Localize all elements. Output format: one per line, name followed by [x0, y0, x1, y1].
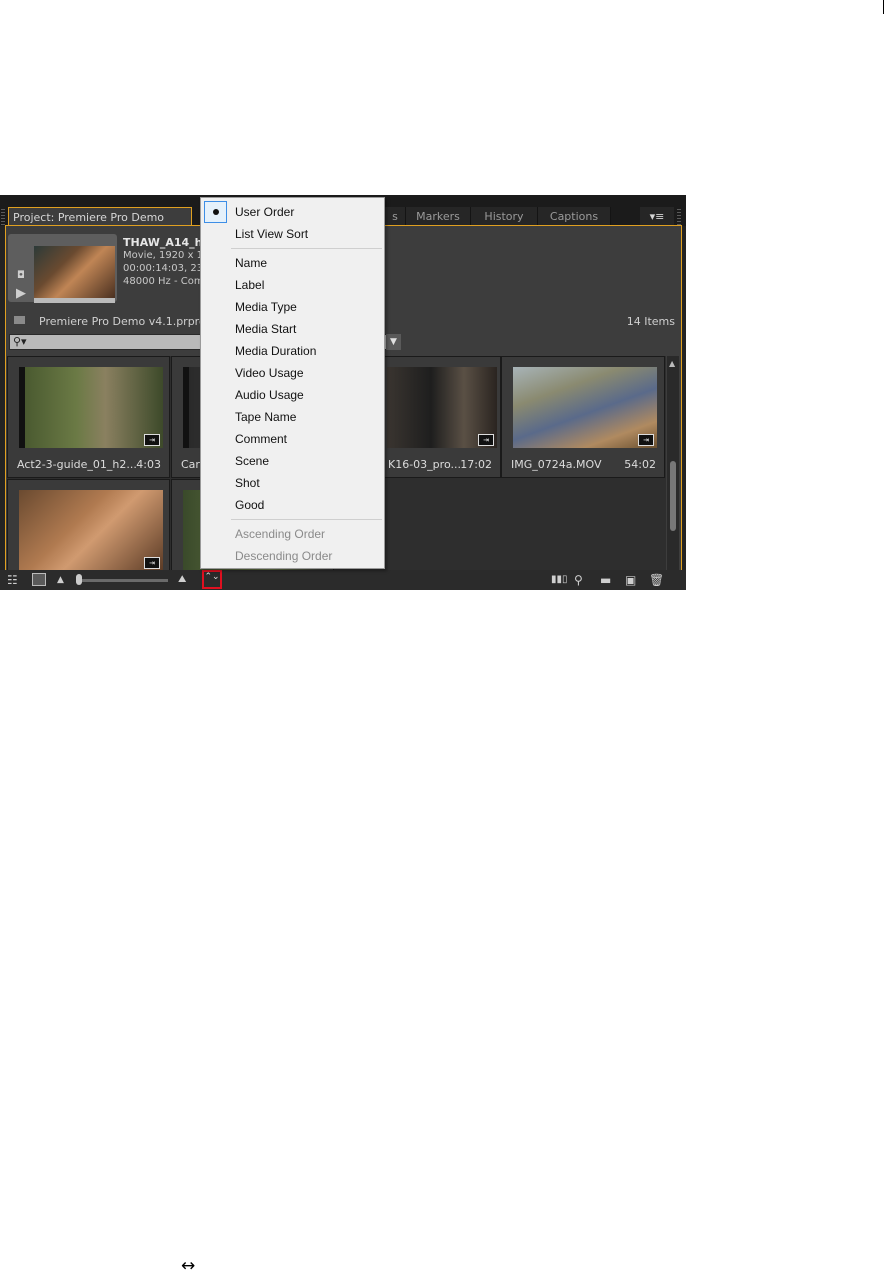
scroll-thumb[interactable]: [670, 461, 676, 531]
preview-scrubber[interactable]: [34, 298, 115, 303]
menu-item-audio-usage[interactable]: Audio Usage: [235, 387, 304, 403]
clip-duration: 17:02: [460, 458, 492, 471]
audio-icon: ⇥: [144, 434, 160, 446]
clip-thumbnail: ⇥: [19, 367, 163, 448]
menu-item-good[interactable]: Good: [235, 497, 264, 513]
search-icon[interactable]: ⚲▾: [13, 335, 27, 348]
tab-markers[interactable]: Markers: [406, 207, 471, 226]
clip-thumbnail: ⇥: [387, 367, 497, 448]
panel-bottom-bar: ☷ ▲ ⛰ ⌃⌄ ▮▮▯ ⚲ ▬ ▣ 🗑: [0, 570, 686, 590]
menu-item-shot[interactable]: Shot: [235, 475, 260, 491]
zoom-slider-knob[interactable]: [76, 574, 82, 585]
zoom-out-icon[interactable]: ▲: [57, 572, 64, 588]
checked-indicator: [204, 201, 227, 223]
clip-thumbnail: ⇥: [513, 367, 657, 448]
trash-icon[interactable]: 🗑: [649, 572, 664, 588]
menu-item-scene[interactable]: Scene: [235, 453, 269, 469]
panel-menu-icon[interactable]: ▾≡: [640, 207, 674, 226]
clip-thumbnail: ⇥: [19, 490, 163, 571]
sort-icons-button[interactable]: ⌃⌄: [202, 570, 222, 589]
tab-partial[interactable]: s: [385, 207, 406, 226]
automate-to-sequence-icon[interactable]: ▮▮▯: [551, 572, 568, 588]
clip-cell[interactable]: ⇥ IMG_0724a.MOV 54:02: [501, 356, 665, 478]
sort-icons-menu: User Order List View Sort Name Label Med…: [200, 197, 385, 569]
find-icon[interactable]: ⚲: [574, 572, 583, 588]
menu-item-tape-name[interactable]: Tape Name: [235, 409, 296, 425]
audio-icon: ⇥: [478, 434, 494, 446]
filter-dropdown-icon[interactable]: ▼: [386, 334, 401, 350]
menu-item-media-start[interactable]: Media Start: [235, 321, 296, 337]
clip-name: IMG_0724a.MOV: [511, 458, 602, 471]
tab-project[interactable]: Project: Premiere Pro Demo v4.1×: [8, 207, 192, 243]
scroll-up-icon[interactable]: ▲: [669, 359, 675, 368]
menu-item-comment[interactable]: Comment: [235, 431, 287, 447]
preview-meta-line: 00:00:14:03, 23: [123, 263, 204, 274]
preview-clip-name: THAW_A14_h: [123, 236, 203, 249]
zoom-in-icon[interactable]: ⛰: [178, 572, 186, 588]
menu-separator: [231, 519, 382, 520]
menu-item-media-type[interactable]: Media Type: [235, 299, 297, 315]
clip-duration: 54:02: [624, 458, 656, 471]
menu-item-name[interactable]: Name: [235, 255, 267, 271]
icon-view-icon[interactable]: [32, 573, 46, 586]
preview-meta-line: Movie, 1920 x 1: [123, 250, 204, 261]
vertical-scrollbar[interactable]: ▲ ▼: [667, 356, 679, 585]
audio-icon: ⇥: [144, 557, 160, 569]
menu-item-media-duration[interactable]: Media Duration: [235, 343, 316, 359]
tab-captions[interactable]: Captions: [538, 207, 611, 226]
clip-duration: 4:03: [136, 458, 161, 471]
menu-item-ascending-order[interactable]: Ascending Order: [235, 526, 325, 542]
clip-name: K16-03_pro...: [388, 458, 461, 471]
clip-name: Act2-3-guide_01_h2...: [17, 458, 137, 471]
new-item-icon[interactable]: ▣: [625, 572, 636, 588]
zoom-slider[interactable]: [76, 579, 168, 582]
project-file-name: Premiere Pro Demo v4.1.prproj: [39, 315, 209, 328]
tab-grip-left[interactable]: [1, 209, 5, 225]
preview-meta-line: 48000 Hz - Com: [123, 276, 204, 287]
menu-item-descending-order[interactable]: Descending Order: [235, 548, 332, 564]
menu-item-video-usage[interactable]: Video Usage: [235, 365, 304, 381]
menu-item-user-order[interactable]: User Order: [235, 204, 294, 220]
menu-separator: [231, 248, 382, 249]
tab-grip-right[interactable]: [677, 209, 681, 225]
resize-cursor-icon: ↔: [181, 1256, 196, 1276]
menu-item-label[interactable]: Label: [235, 277, 264, 293]
preview-thumbnail: [34, 246, 115, 298]
radio-dot-icon: [213, 209, 219, 215]
new-bin-icon[interactable]: ▬: [600, 572, 611, 588]
poster-frame-icon[interactable]: ◘: [17, 270, 25, 281]
list-view-icon[interactable]: ☷: [7, 572, 18, 588]
play-icon[interactable]: ▶: [16, 286, 26, 301]
sort-icon: ⌃⌄: [204, 572, 220, 582]
preview-area: ◘ ▶: [8, 234, 117, 303]
tab-history[interactable]: History: [471, 207, 538, 226]
audio-icon: ⇥: [638, 434, 654, 446]
page-edge-mark: [883, 0, 884, 14]
folder-icon: [14, 316, 25, 324]
item-count: 14 Items: [626, 315, 675, 328]
menu-item-list-view-sort[interactable]: List View Sort: [235, 226, 308, 242]
clip-cell[interactable]: ⇥ Act2-3-guide_01_h2... 4:03: [7, 356, 170, 478]
